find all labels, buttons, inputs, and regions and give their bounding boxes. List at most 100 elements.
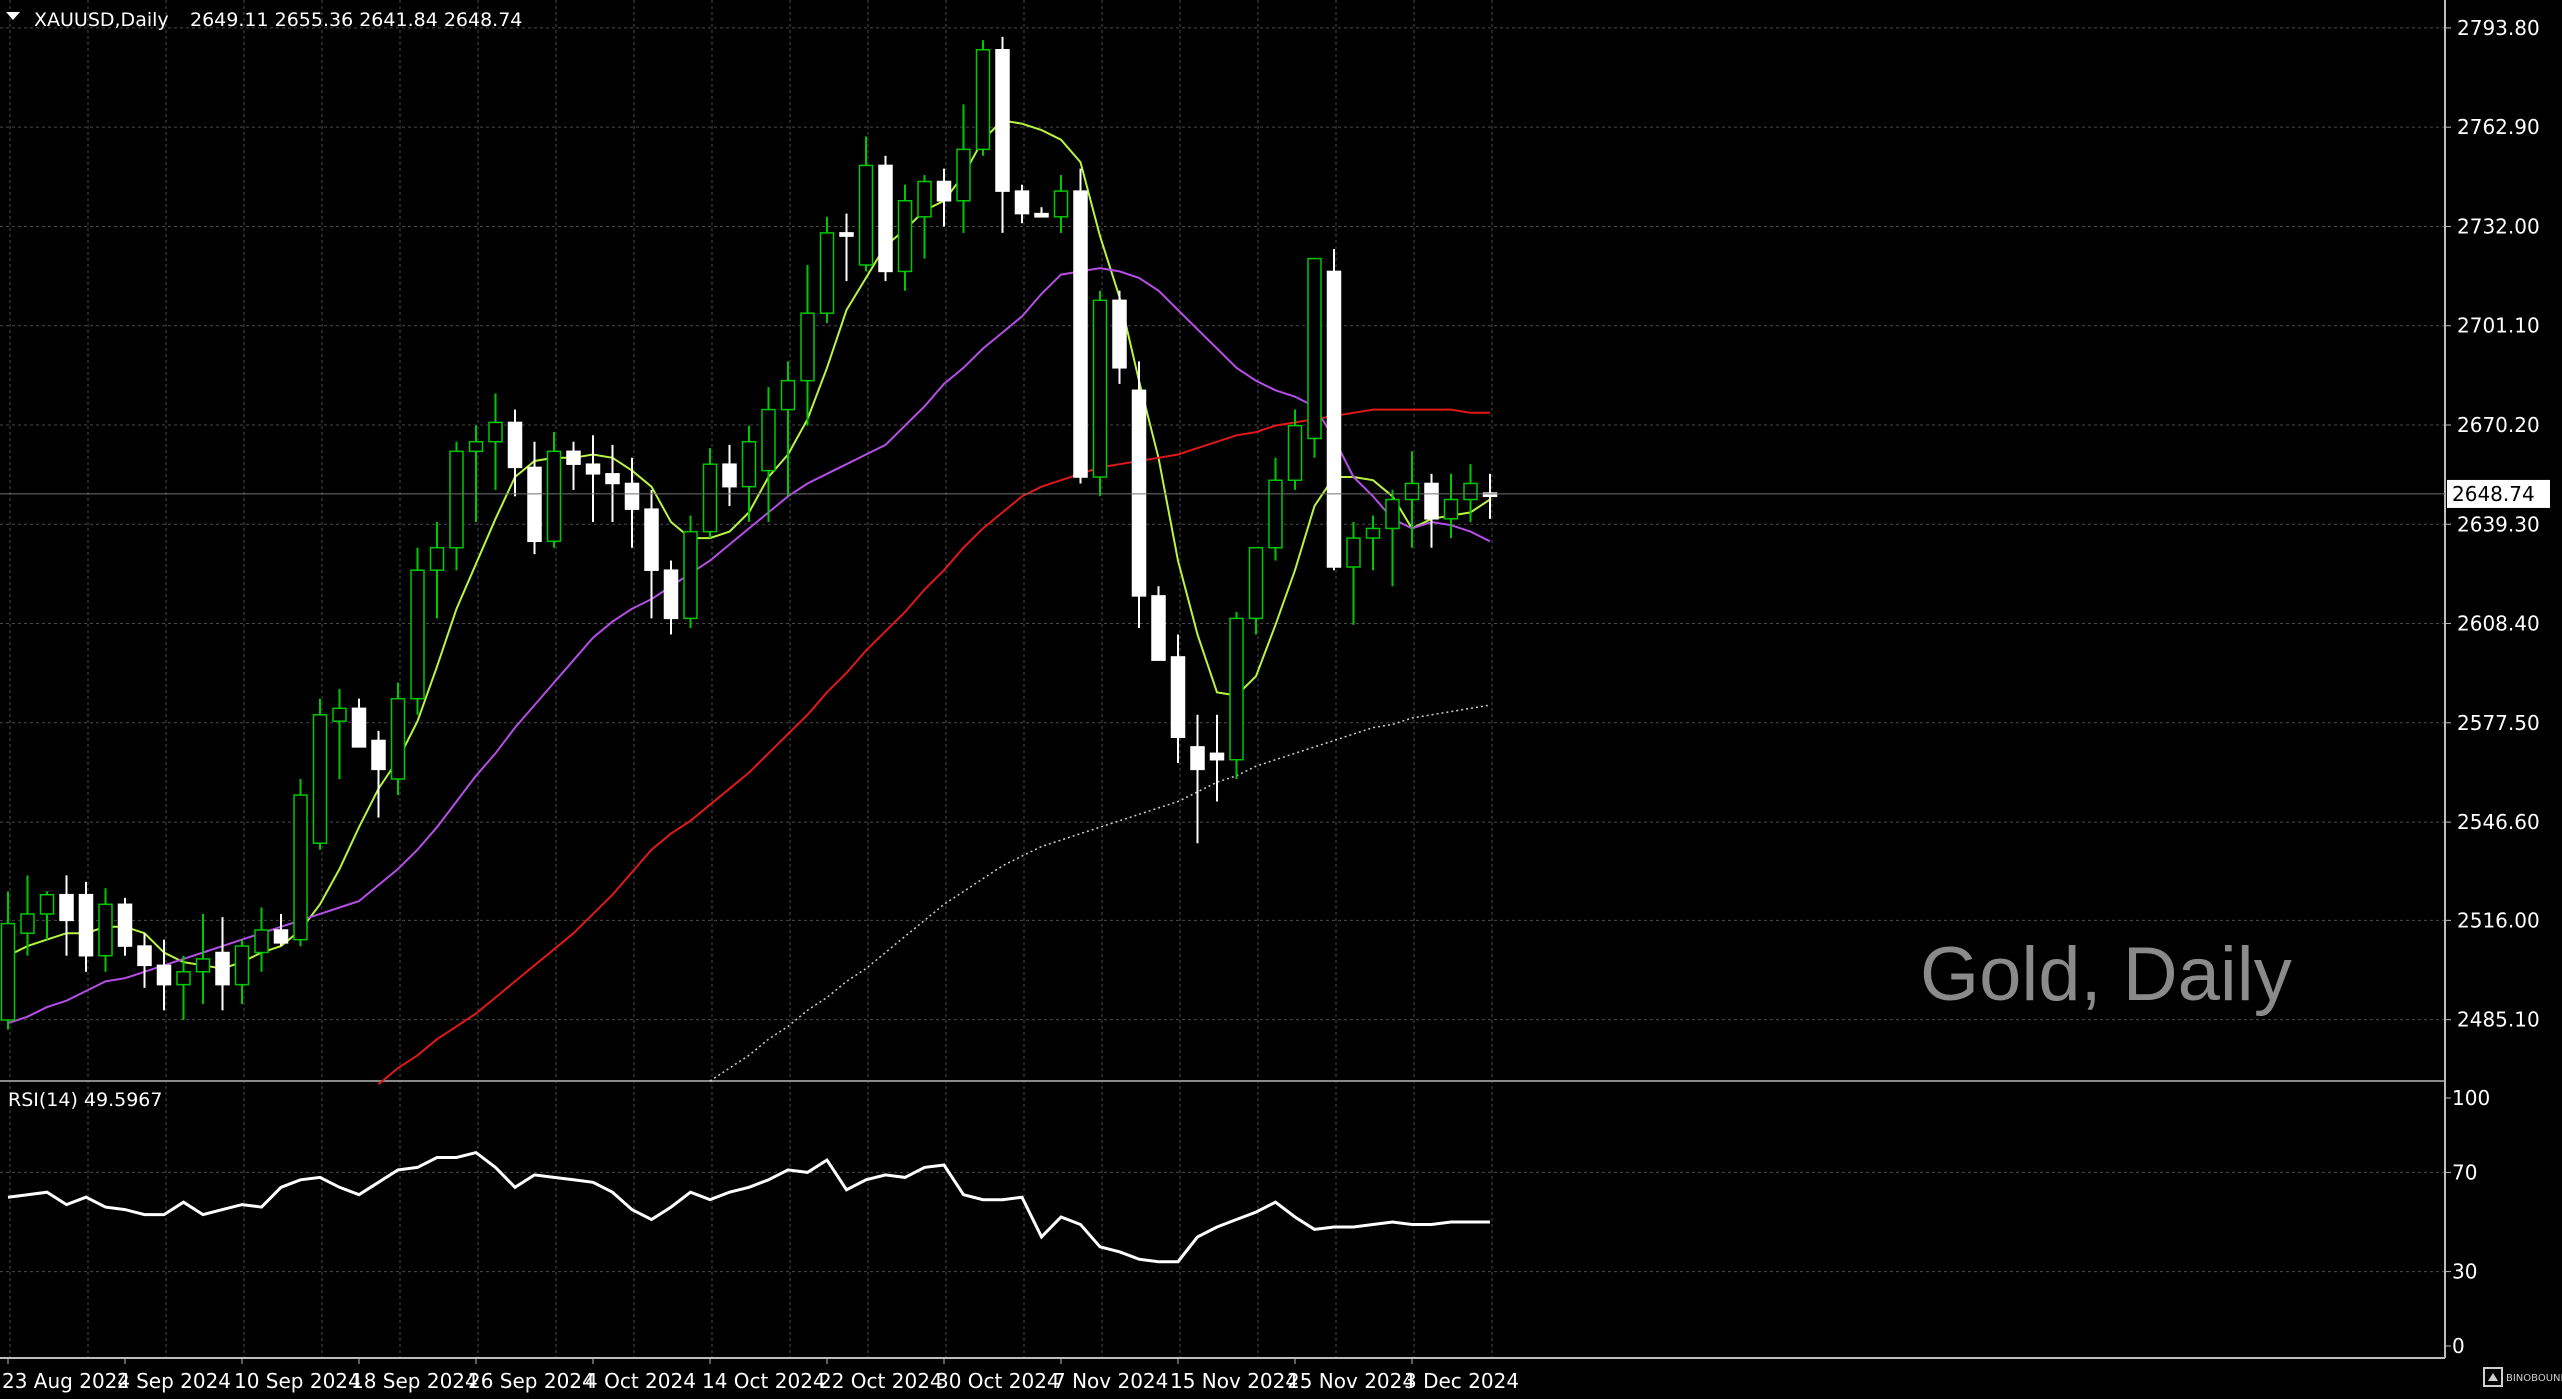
last-price-label: 2648.74 xyxy=(2452,482,2535,506)
candle xyxy=(1151,586,1166,661)
candle-body xyxy=(293,794,308,941)
date-label: 25 Nov 2024 xyxy=(1287,1369,1415,1393)
candle-body xyxy=(468,440,484,453)
date-label: 30 Oct 2024 xyxy=(936,1369,1060,1393)
date-label: 2 Sep 2024 xyxy=(117,1369,231,1393)
price-tick-label: 2485.10 xyxy=(2457,1008,2540,1032)
candle xyxy=(390,682,406,796)
candle-body xyxy=(0,922,16,1021)
candle-body xyxy=(1268,479,1283,549)
date-label: 4 Oct 2024 xyxy=(585,1369,696,1393)
candle-body xyxy=(39,893,55,915)
rsi-level-label: 0 xyxy=(2452,1334,2465,1358)
candle-body xyxy=(1209,752,1225,761)
candle-body xyxy=(1424,482,1439,520)
candle-body xyxy=(312,714,328,845)
candle xyxy=(683,515,698,629)
candle-body xyxy=(1190,746,1205,771)
candle-body xyxy=(1248,546,1264,620)
candle-body xyxy=(1229,617,1244,761)
candle-body xyxy=(1346,537,1361,568)
candle-body xyxy=(488,421,503,443)
candle-body xyxy=(332,707,347,722)
candle-body xyxy=(390,697,406,780)
candle-body xyxy=(936,180,952,202)
trading-chart[interactable]: XAUUSD,Daily 2649.11 2655.36 2641.84 264… xyxy=(0,0,2562,1399)
candle-body xyxy=(1053,190,1069,218)
rsi-label: RSI(14) 49.5967 xyxy=(8,1089,162,1111)
candle-body xyxy=(722,463,737,488)
candle-body xyxy=(78,893,94,957)
candle xyxy=(1229,611,1244,780)
date-label: 3 Dec 2024 xyxy=(1404,1369,1519,1393)
date-label: 26 Sep 2024 xyxy=(468,1369,595,1393)
candle-body xyxy=(780,379,796,411)
candle-body xyxy=(176,971,191,986)
rsi-level-label: 70 xyxy=(2452,1160,2477,1184)
candle-body xyxy=(527,466,542,543)
candle-body xyxy=(585,463,601,475)
candle-body xyxy=(956,148,971,202)
candle-body xyxy=(137,945,152,967)
candle xyxy=(312,698,328,850)
price-tick-label: 2762.90 xyxy=(2457,115,2540,139)
chart-header: XAUUSD,Daily 2649.11 2655.36 2641.84 264… xyxy=(6,9,522,31)
candle xyxy=(1073,168,1088,484)
date-label: 7 Nov 2024 xyxy=(1053,1369,1168,1393)
candle xyxy=(1307,257,1322,458)
price-tick-label: 2732.00 xyxy=(2457,214,2540,238)
date-label: 23 Aug 2024 xyxy=(2,1369,130,1393)
candle-body xyxy=(800,312,815,382)
candle xyxy=(878,155,893,282)
candle xyxy=(975,40,991,156)
candle-body xyxy=(819,232,835,314)
candle-body xyxy=(761,408,776,472)
candle-body xyxy=(878,164,893,273)
candle-body xyxy=(839,232,854,237)
rsi-level-label: 100 xyxy=(2452,1086,2490,1110)
candle-body xyxy=(449,450,464,549)
candle-body xyxy=(1112,299,1127,369)
candle-body xyxy=(215,951,230,986)
candle-body xyxy=(234,945,250,986)
candle-body xyxy=(507,421,523,469)
candle-body xyxy=(624,482,640,510)
candle-body xyxy=(254,929,269,954)
candle xyxy=(410,547,425,715)
candle-body xyxy=(429,546,445,571)
candle-body xyxy=(1131,389,1147,597)
candle-body xyxy=(98,903,113,957)
candle-body xyxy=(858,164,874,266)
rsi-level-label: 30 xyxy=(2452,1260,2477,1284)
date-label: 18 Sep 2024 xyxy=(351,1369,478,1393)
price-tick-label: 2701.10 xyxy=(2457,314,2540,338)
symbol-label: XAUUSD,Daily xyxy=(34,9,169,31)
candle-body xyxy=(1092,299,1108,478)
candle-body xyxy=(1151,595,1166,661)
candle-body xyxy=(975,49,991,151)
candle-body xyxy=(117,903,133,947)
candle xyxy=(293,779,308,947)
price-tick-label: 2639.30 xyxy=(2457,512,2540,536)
candle-body xyxy=(1443,498,1459,520)
candle-body xyxy=(1073,190,1088,478)
candle-body xyxy=(1365,527,1381,539)
chart-background xyxy=(0,0,2562,1399)
candle-body xyxy=(20,913,35,934)
ohlc-values: 2649.11 2655.36 2641.84 2648.74 xyxy=(190,9,522,31)
candle-body xyxy=(566,450,581,465)
candle-body xyxy=(1287,424,1303,481)
candle-body xyxy=(410,569,425,700)
price-tick-label: 2577.50 xyxy=(2457,711,2540,735)
candle xyxy=(819,216,835,323)
brand-text: BINOBOUND xyxy=(2506,1373,2562,1384)
candle-body xyxy=(1170,656,1186,739)
candle-body xyxy=(1404,482,1420,501)
candle-body xyxy=(995,49,1010,192)
date-label: 14 Oct 2024 xyxy=(702,1369,826,1393)
candle-body xyxy=(605,473,620,485)
price-tick-label: 2608.40 xyxy=(2457,612,2540,636)
candle-body xyxy=(1034,212,1049,218)
candle-body xyxy=(663,569,679,620)
candle xyxy=(1131,361,1147,629)
